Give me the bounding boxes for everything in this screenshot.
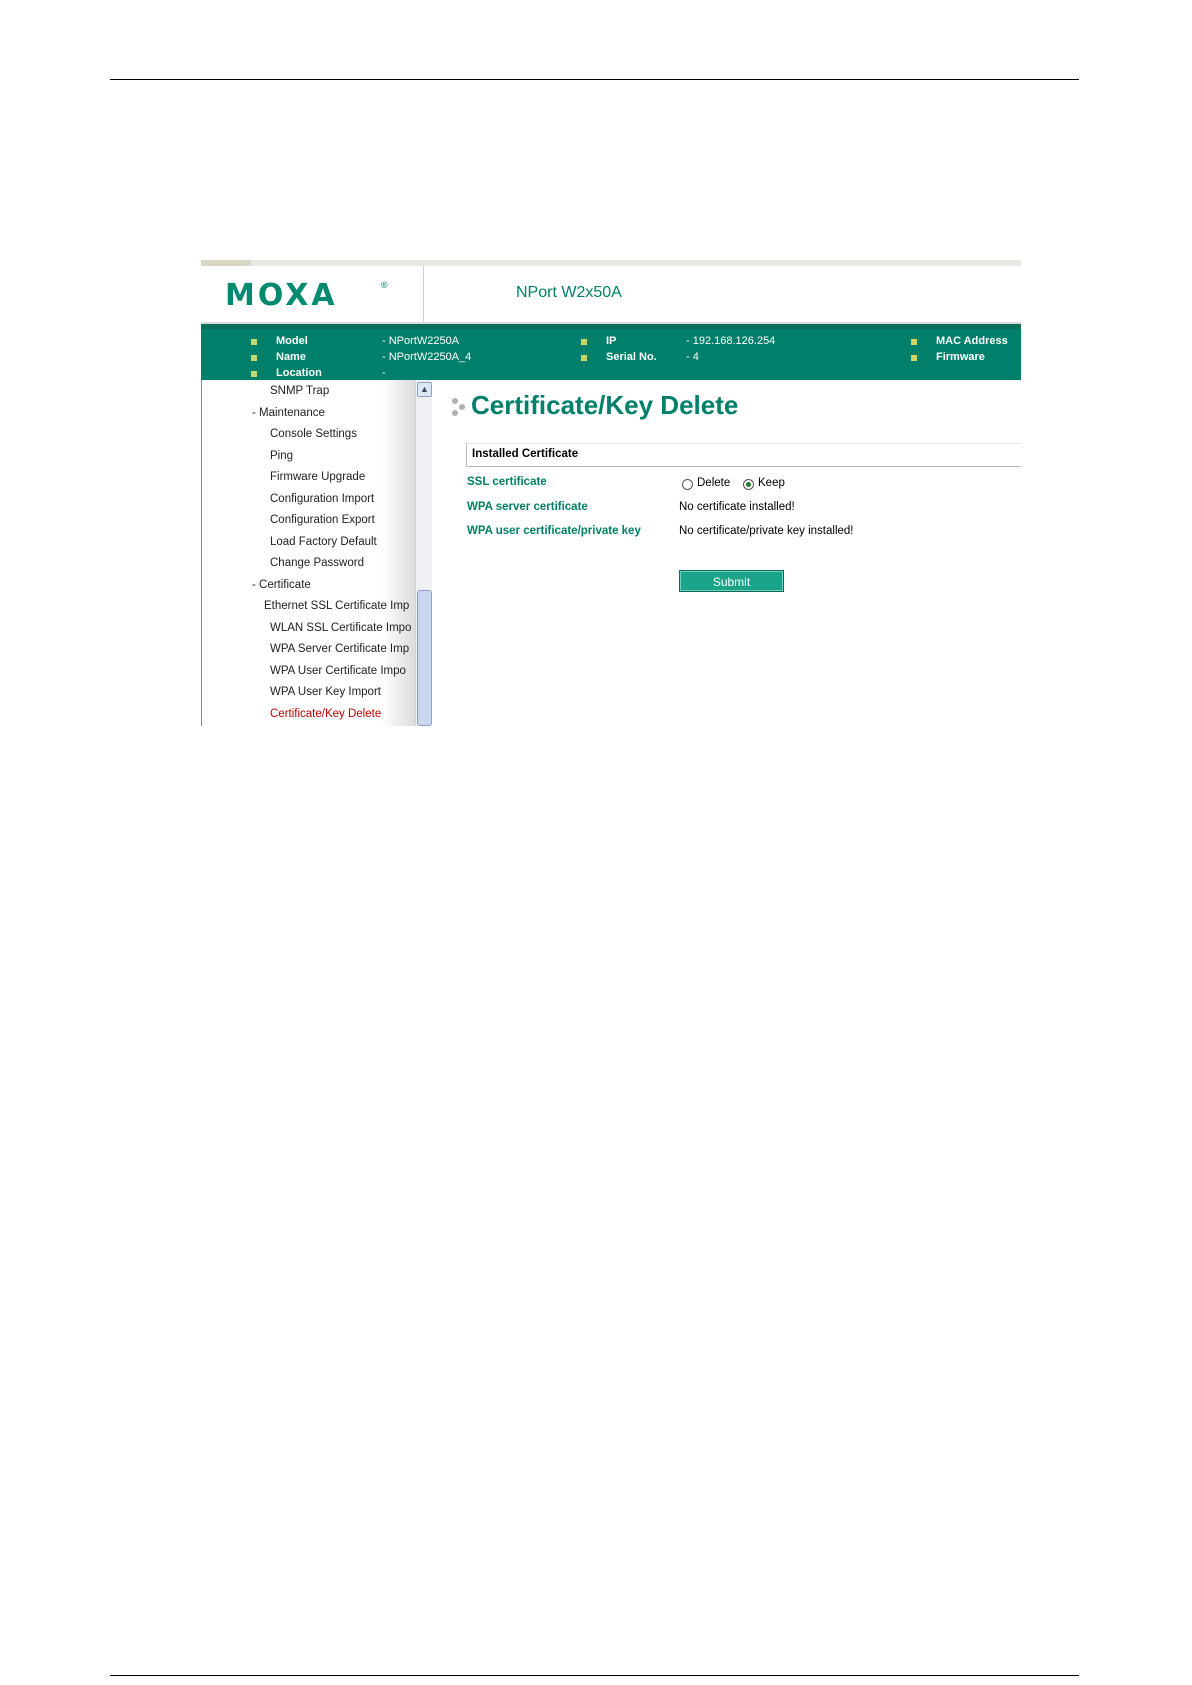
bullet-icon — [581, 355, 587, 361]
menu-load-factory-default[interactable]: Load Factory Default — [270, 536, 377, 548]
browser-screenshot: MOXA ® NPort W2x50A Model - NPortW2250A … — [201, 260, 1021, 726]
bullet-icon — [251, 339, 257, 345]
menu-wpa-user-cert-import[interactable]: WPA User Certificate Impo — [270, 665, 406, 677]
menu-snmp-trap[interactable]: SNMP Trap — [270, 385, 329, 397]
submit-button[interactable]: Submit — [679, 570, 784, 592]
menu-configuration-export[interactable]: Configuration Export — [270, 514, 375, 526]
wpa-user-cert-label: WPA user certificate/private key — [467, 525, 641, 537]
page-title: Certificate/Key Delete — [471, 390, 739, 420]
ssl-delete-label[interactable]: Delete — [697, 477, 730, 489]
registered-mark: ® — [381, 280, 388, 290]
ssl-delete-radio[interactable] — [682, 479, 693, 490]
page-top-rule — [110, 79, 1079, 80]
page-bottom-rule — [110, 1675, 1079, 1676]
menu-wlan-ssl-cert-import[interactable]: WLAN SSL Certificate Impo — [270, 622, 411, 634]
bullet-icon — [911, 355, 917, 361]
wpa-server-cert-label: WPA server certificate — [467, 501, 588, 513]
menu-change-password[interactable]: Change Password — [270, 557, 364, 569]
menu-certificate[interactable]: - Certificate — [252, 579, 311, 591]
ssl-certificate-label: SSL certificate — [467, 476, 547, 488]
product-title: NPort W2x50A — [516, 284, 622, 301]
menu-maintenance[interactable]: - Maintenance — [252, 407, 325, 419]
header: MOXA ® NPort W2x50A — [201, 266, 1021, 324]
menu-certificate-key-delete[interactable]: Certificate/Key Delete — [270, 708, 381, 720]
section-header: Installed Certificate — [466, 443, 1021, 467]
bullet-icon — [251, 371, 257, 377]
menu-ethernet-ssl-cert-import[interactable]: Ethernet SSL Certificate Imp — [264, 600, 409, 612]
sidebar-menu: SNMP Trap - Maintenance Console Settings… — [201, 380, 432, 726]
scroll-thumb[interactable] — [417, 590, 432, 726]
bullet-icon — [581, 339, 587, 345]
ssl-keep-radio[interactable] — [743, 479, 754, 490]
wpa-server-cert-value: No certificate installed! — [679, 501, 795, 513]
menu-wpa-user-key-import[interactable]: WPA User Key Import — [270, 686, 381, 698]
device-info-bar: Model - NPortW2250A Name - NPortW2250A_4… — [201, 324, 1021, 380]
menu-configuration-import[interactable]: Configuration Import — [270, 493, 374, 505]
menu-firmware-upgrade[interactable]: Firmware Upgrade — [270, 471, 365, 483]
main-content: Certificate/Key Delete Installed Certifi… — [431, 380, 1021, 726]
menu-ping[interactable]: Ping — [270, 450, 293, 462]
logo-cell: MOXA ® — [201, 266, 424, 322]
scroll-up-icon[interactable]: ▲ — [417, 382, 432, 397]
menu-wpa-server-cert-import[interactable]: WPA Server Certificate Imp — [270, 643, 409, 655]
moxa-logo: MOXA — [225, 278, 338, 313]
bullet-icon — [911, 339, 917, 345]
menu-console-settings[interactable]: Console Settings — [270, 428, 357, 440]
wpa-user-cert-value: No certificate/private key installed! — [679, 525, 854, 537]
bullet-icon — [251, 355, 257, 361]
title-dots-icon — [452, 398, 468, 418]
sidebar-scrollbar[interactable]: ▲ — [415, 380, 432, 726]
ssl-keep-label[interactable]: Keep — [758, 477, 785, 489]
